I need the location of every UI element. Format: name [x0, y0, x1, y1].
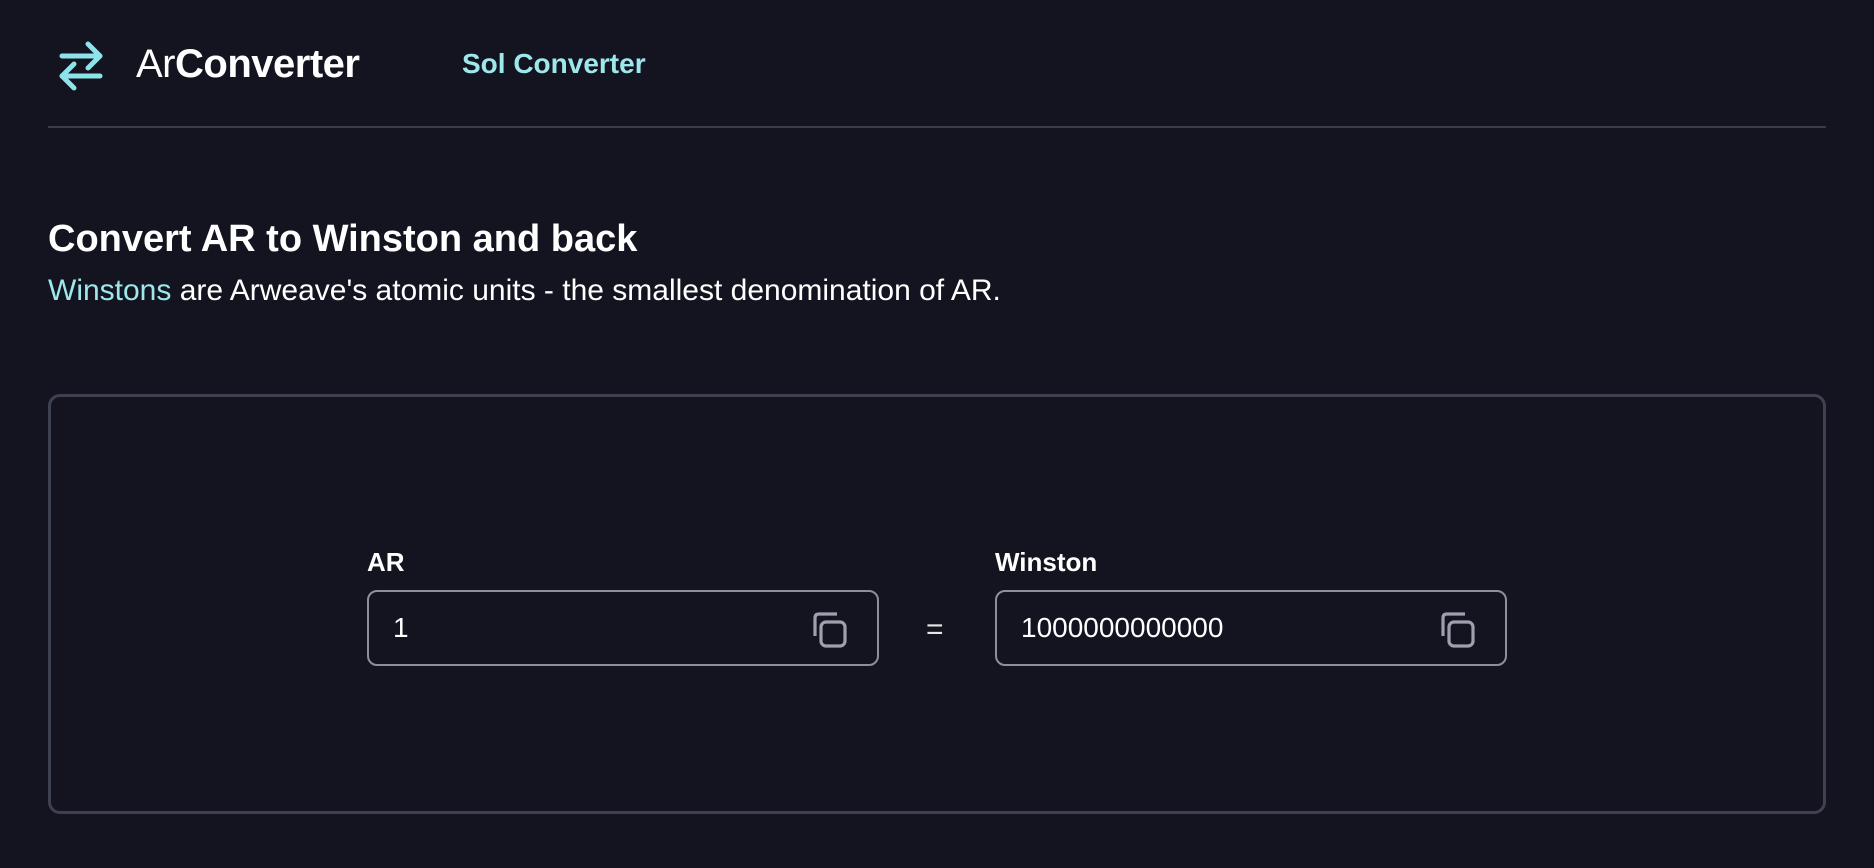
- ar-field-label: AR: [367, 547, 405, 577]
- nav-link-sol-converter[interactable]: Sol Converter: [462, 48, 646, 80]
- winston-field-label: Winston: [995, 547, 1098, 577]
- logo-text-bold: Converter: [175, 42, 360, 86]
- page-subtitle: Winstons are Arweave's atomic units - th…: [48, 272, 1001, 310]
- winstons-link[interactable]: Winstons: [48, 274, 171, 307]
- swap-arrows-icon[interactable]: [54, 36, 108, 92]
- copy-icon[interactable]: [1437, 610, 1477, 650]
- ar-field: [367, 590, 879, 666]
- top-header: ArConverter Sol Converter: [48, 0, 1826, 128]
- ar-input[interactable]: [393, 592, 793, 664]
- page-title: Convert AR to Winston and back: [48, 218, 638, 260]
- equals-sign: =: [926, 613, 944, 646]
- copy-icon[interactable]: [809, 610, 849, 650]
- winston-input[interactable]: [1021, 592, 1421, 664]
- subtitle-text: are Arweave's atomic units - the smalles…: [171, 274, 1001, 307]
- logo-text-light: Ar: [136, 42, 176, 86]
- winston-field: [995, 590, 1507, 666]
- app-logo[interactable]: ArConverter: [136, 40, 360, 88]
- converter-card: [48, 394, 1826, 814]
